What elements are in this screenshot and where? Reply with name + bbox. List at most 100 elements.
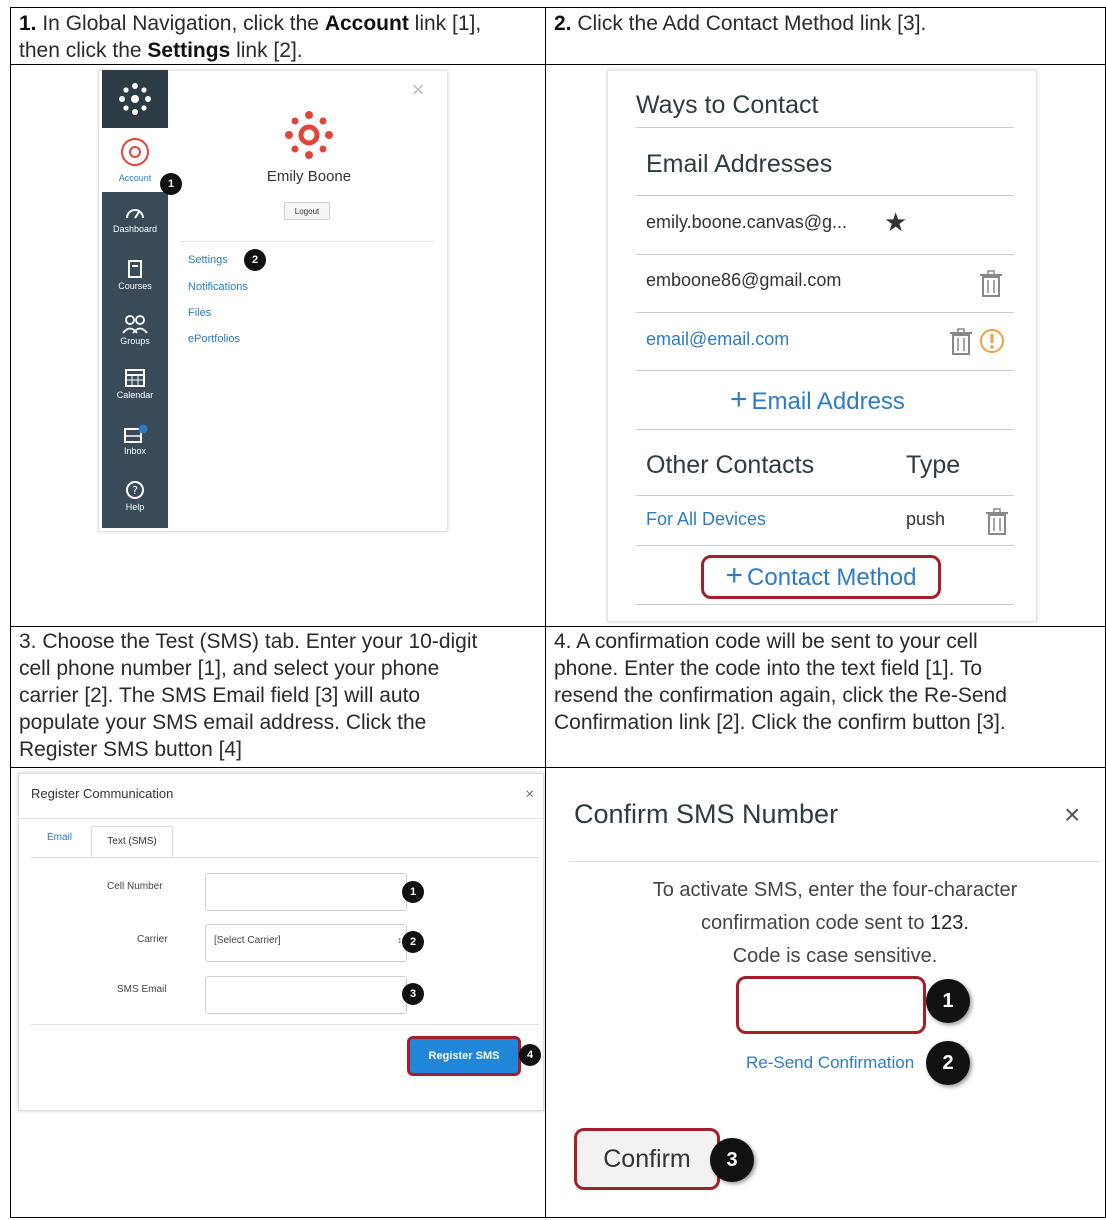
- callout-badge-1: 1: [402, 881, 424, 903]
- cell-number-input[interactable]: [205, 873, 407, 911]
- nav-item-calendar[interactable]: Calendar: [102, 368, 168, 400]
- logout-button[interactable]: Logout: [284, 202, 330, 220]
- ways-to-contact-screenshot: Ways to Contact Email Addresses emily.bo…: [607, 70, 1037, 622]
- svg-text:?: ?: [132, 484, 138, 497]
- step2-text: Click the Add Contact Method link [3].: [571, 12, 927, 35]
- inbox-icon: [124, 424, 148, 443]
- nav-account-label: Account: [118, 173, 152, 183]
- star-icon: ★: [884, 207, 908, 237]
- confirm-message-line2: confirmation code sent to 123.: [570, 912, 1100, 935]
- step2-instruction: 2. Click the Add Contact Method link [3]…: [554, 10, 1099, 37]
- user-name: Emily Boone: [266, 168, 352, 185]
- confirm-button[interactable]: Confirm: [574, 1128, 720, 1190]
- dialog-header-divider: [19, 818, 545, 819]
- nav-dashboard-label: Dashboard: [112, 224, 158, 234]
- table-border-top: [10, 7, 1106, 8]
- cell-number-label: Cell Number: [107, 881, 163, 892]
- tray-divider: [180, 241, 434, 242]
- table-border-row3: [10, 767, 1106, 768]
- confirmation-code-input[interactable]: [736, 976, 926, 1034]
- callout-badge-3: 3: [402, 983, 424, 1005]
- dialog-title: Register Communication: [31, 786, 174, 801]
- nav-item-dashboard[interactable]: Dashboard: [102, 204, 168, 234]
- callout-badge-1: 1: [160, 173, 182, 195]
- trash-icon[interactable]: [984, 507, 1010, 537]
- nav-item-account[interactable]: Account: [102, 128, 168, 192]
- callout-badge-2: 2: [244, 249, 266, 271]
- callout-badge-2: 2: [402, 931, 424, 953]
- dialog-close-icon[interactable]: ×: [525, 786, 534, 804]
- divider: [636, 370, 1014, 371]
- trash-icon[interactable]: [948, 327, 974, 357]
- add-email-link[interactable]: + Email Address: [730, 383, 905, 417]
- files-link[interactable]: Files: [188, 307, 211, 319]
- carrier-select[interactable]: [Select Carrier] ↕: [205, 924, 407, 962]
- step1-instruction: 1. In Global Navigation, click the Accou…: [19, 10, 539, 64]
- step3-line: Register SMS button [4]: [19, 738, 242, 761]
- table-border-mid: [545, 7, 546, 1218]
- notifications-link[interactable]: Notifications: [188, 281, 248, 293]
- divider: [636, 545, 1014, 546]
- confirm-sms-dialog: Confirm SMS Number × To activate SMS, en…: [570, 775, 1100, 1215]
- dashboard-icon: [126, 209, 144, 219]
- plus-icon: +: [730, 383, 748, 416]
- nav-help-label: Help: [125, 502, 145, 512]
- sms-email-input[interactable]: [205, 976, 407, 1014]
- tab-email[interactable]: Email: [47, 832, 72, 843]
- carrier-selected-value: [Select Carrier]: [214, 935, 281, 946]
- register-sms-button[interactable]: Register SMS: [407, 1036, 521, 1076]
- warning-icon: [980, 329, 1004, 353]
- divider: [636, 495, 1014, 496]
- table-border-row1: [10, 64, 1106, 65]
- step1-text-c: then click the: [19, 39, 148, 62]
- trash-icon[interactable]: [978, 269, 1004, 299]
- canvas-logo-icon: [119, 83, 151, 115]
- divider: [636, 127, 1014, 128]
- type-header: Type: [906, 451, 961, 479]
- settings-link[interactable]: Settings: [188, 254, 228, 266]
- nav-item-inbox[interactable]: Inbox: [102, 424, 168, 456]
- nav-inbox-label: Inbox: [123, 446, 147, 456]
- footer-divider: [31, 1024, 539, 1025]
- divider: [636, 429, 1014, 430]
- plus-icon: +: [725, 559, 744, 592]
- divider: [636, 312, 1014, 313]
- step3-line: 3. Choose the Test (SMS) tab. Enter your…: [19, 630, 478, 653]
- add-contact-method-label: Contact Method: [747, 564, 917, 591]
- contact-for-all-devices[interactable]: For All Devices: [646, 509, 766, 530]
- account-avatar-icon: [121, 138, 149, 166]
- step3-instruction: 3. Choose the Test (SMS) tab. Enter your…: [19, 628, 539, 763]
- groups-icon: [122, 315, 148, 334]
- table-border-bottom: [10, 1217, 1106, 1218]
- step3-line: carrier [2]. The SMS Email field [3] wil…: [19, 684, 421, 707]
- eportfolios-link[interactable]: ePortfolios: [188, 333, 240, 345]
- tab-text-sms[interactable]: Text (SMS): [91, 826, 173, 858]
- help-icon: ?: [126, 481, 144, 499]
- step2-number: 2.: [554, 12, 572, 35]
- nav-courses-label: Courses: [118, 281, 152, 291]
- step1-text-b: link [1],: [408, 12, 482, 35]
- divider: [636, 254, 1014, 255]
- step4-line: Confirmation link [2]. Click the confirm…: [554, 711, 1006, 734]
- step4-line: resend the confirmation again, click the…: [554, 684, 1007, 707]
- step4-line: 4. A confirmation code will be sent to y…: [554, 630, 978, 653]
- step1-number: 1.: [19, 12, 37, 35]
- step3-line: cell phone number [1], and select your p…: [19, 657, 440, 680]
- confirm-message-line2-text: confirmation code sent to: [701, 912, 931, 934]
- nav-item-courses[interactable]: Courses: [102, 259, 168, 291]
- tray-close-icon[interactable]: ×: [408, 79, 428, 101]
- callout-badge-3: 3: [710, 1138, 754, 1182]
- nav-item-groups[interactable]: Groups: [102, 314, 168, 346]
- confirm-dialog-close-icon[interactable]: ×: [1064, 799, 1080, 831]
- add-email-label: Email Address: [751, 388, 905, 415]
- canvas-logo-area: [102, 70, 168, 128]
- resend-confirmation-link[interactable]: Re-Send Confirmation: [746, 1053, 914, 1073]
- step4-line: phone. Enter the code into the text fiel…: [554, 657, 983, 680]
- email-row-unconfirmed[interactable]: email@email.com: [646, 329, 789, 350]
- carrier-label: Carrier: [137, 934, 168, 945]
- nav-item-help[interactable]: ? Help: [102, 480, 168, 512]
- confirm-message-line3: Code is case sensitive.: [732, 945, 938, 967]
- step1-settings-word: Settings: [147, 39, 231, 62]
- step1-text-a: In Global Navigation, click the: [36, 12, 325, 35]
- add-contact-method-link[interactable]: + Contact Method: [701, 555, 941, 599]
